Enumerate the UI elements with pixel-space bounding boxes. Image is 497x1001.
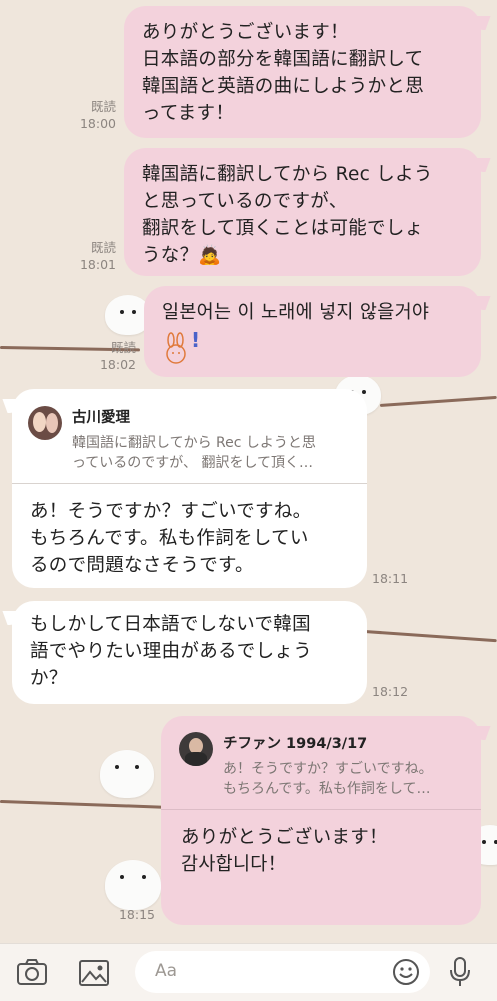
microphone-icon[interactable] [449,956,471,992]
reply-sender-name: 古川愛理 [72,410,130,426]
rabbit-sticker: ! [162,328,202,364]
their-message-bubble[interactable]: もしかして日本語でしないで韓国 語でやりたい理由があるでしょう か？ [12,601,367,704]
my-reply-bubble[interactable]: チファン 1994/3/17 あ！そうですか？すごいですね。 もちろんです。私も… [161,716,481,925]
my-message-bubble[interactable]: 일본어는 이 노래에 넣지 않을거야 ! [144,286,481,377]
avatar [179,732,213,766]
message-text: ありがとうございます！ 감사합니다！ [181,827,388,875]
message-text: 일본어는 이 노래에 넣지 않을거야 [162,302,430,323]
read-receipt: 既読 [90,240,116,255]
timestamp: 18:12 [372,684,409,699]
message-meta: 既読 18:02 [90,339,136,373]
read-receipt: 既読 [90,99,116,114]
image-icon[interactable] [78,959,110,991]
bowing-emoji: 🙇 [198,245,222,266]
avatar [28,406,62,440]
reply-quote[interactable]: 古川愛理 韓国語に翻訳してから Rec しようと思 っているのですが、 翻訳をし… [12,389,367,483]
message-toolbar: Aa [0,943,497,1001]
my-message-bubble[interactable]: ありがとうございます！ 日本語の部分を韓国語に翻訳して 韓国語と英語の曲にしよう… [124,6,481,138]
read-receipt: 既読 [110,340,136,355]
reply-quote[interactable]: チファン 1994/3/17 あ！そうですか？すごいですね。 もちろんです。私も… [161,716,481,809]
message-meta: 既読 18:01 [70,239,116,273]
message-text: ありがとうございます！ 日本語の部分を韓国語に翻訳して 韓国語と英語の曲にしよう… [142,22,425,124]
timestamp: 18:02 [99,357,136,372]
message-text-body: 韓国語に翻訳してから Rec しよう と思っているのですが、 翻訳をして頂くこと… [142,164,433,266]
reply-sender-name: チファン 1994/3/17 [223,736,368,752]
timestamp: 18:15 [118,907,155,922]
message-text: もしかして日本語でしないで韓国 語でやりたい理由があるでしょう か？ [30,614,313,689]
message-text: 韓国語に翻訳してから Rec しよう と思っているのですが、 翻訳をして頂くこと… [142,161,463,269]
reply-quoted-text: あ！そうですか？すごいですね。 もちろんです。私も作詞をして… [223,761,433,797]
message-input-placeholder: Aa [155,961,178,981]
my-message-bubble[interactable]: 韓国語に翻訳してから Rec しよう と思っているのですが、 翻訳をして頂くこと… [124,148,481,276]
message-input[interactable]: Aa [135,951,430,993]
message-text: あ！そうですか？すごいですね。 もちろんです。私も作詞をしてい るので問題なさそ… [30,501,312,576]
camera-icon[interactable] [16,958,48,990]
timestamp: 18:11 [372,571,409,586]
exclamation-mark: ! [191,328,201,352]
message-meta: 既読 18:00 [70,98,116,132]
emoji-icon[interactable] [392,958,420,990]
reply-quoted-text: 韓国語に翻訳してから Rec しようと思 っているのですが、 翻訳をして頂く… [72,435,316,471]
their-reply-bubble[interactable]: 古川愛理 韓国語に翻訳してから Rec しようと思 っているのですが、 翻訳をし… [12,389,367,588]
timestamp: 18:00 [79,116,116,131]
timestamp: 18:01 [79,257,116,272]
